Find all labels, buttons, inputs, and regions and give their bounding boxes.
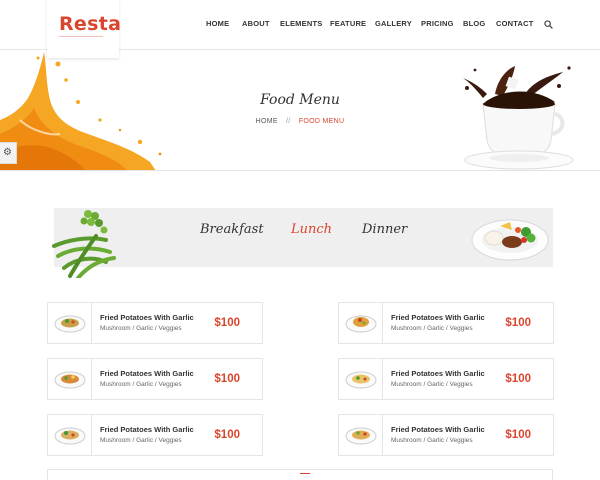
logo-underline <box>59 36 103 37</box>
nav-about[interactable]: ABOUT <box>242 19 270 28</box>
menu-item-card[interactable]: Fried Potatoes With Garlic Mushroom / Ga… <box>47 414 263 456</box>
page-banner: Food Menu HOME // FOOD MENU ⚙ <box>0 50 600 171</box>
menu-item-title: Fried Potatoes With Garlic <box>391 369 485 378</box>
nav-feature[interactable]: FEATURE <box>330 19 366 28</box>
tab-breakfast[interactable]: Breakfast <box>200 222 264 237</box>
plated-dish-image <box>471 219 549 261</box>
tab-lunch[interactable]: Lunch <box>291 222 332 237</box>
menu-item-image <box>48 303 92 343</box>
menu-item-price: $100 <box>214 317 240 329</box>
gear-icon[interactable]: ⚙ <box>3 147 12 159</box>
menu-item-price: $100 <box>214 373 240 385</box>
menu-item-title: Fried Potatoes With Garlic <box>391 313 485 322</box>
breadcrumb-separator: // <box>286 118 291 125</box>
menu-item-price: $100 <box>505 317 531 329</box>
tab-dinner[interactable]: Dinner <box>362 222 407 237</box>
nav-blog[interactable]: BLOG <box>463 19 485 28</box>
menu-item-image <box>339 303 383 343</box>
menu-item-title: Fried Potatoes With Garlic <box>391 425 485 434</box>
menu-item-card[interactable]: Fried Potatoes With Garlic Mushroom / Ga… <box>338 302 554 344</box>
menu-item-image <box>48 415 92 455</box>
page-title: Food Menu <box>260 92 340 108</box>
menu-item-image <box>339 359 383 399</box>
menu-item-title: Fried Potatoes With Garlic <box>100 369 194 378</box>
menu-item-ingredients: Mushroom / Garlic / Veggies <box>391 325 473 332</box>
orange-juice-splash-image <box>0 52 162 170</box>
settings-toggle[interactable]: ⚙ <box>0 142 17 164</box>
breadcrumb-current: FOOD MENU <box>298 118 345 125</box>
main-nav: HOME ABOUT ELEMENTS FEATURE GALLERY PRIC… <box>0 19 600 33</box>
menu-item-price: $100 <box>214 429 240 441</box>
breadcrumb-home[interactable]: HOME <box>256 118 278 125</box>
menu-item-ingredients: Mushroom / Garlic / Veggies <box>100 437 182 444</box>
nav-gallery[interactable]: GALLERY <box>375 19 412 28</box>
menu-item-image <box>339 415 383 455</box>
coffee-cup-splash-image <box>463 66 574 170</box>
site-header: Resta HOME ABOUT ELEMENTS FEATURE GALLER… <box>0 0 600 58</box>
breadcrumb: HOME // FOOD MENU <box>0 118 600 125</box>
menu-item-card[interactable]: Fried Potatoes With Garlic Mushroom / Ga… <box>338 414 554 456</box>
menu-item-ingredients: Mushroom / Garlic / Veggies <box>391 437 473 444</box>
menu-item-ingredients: Mushroom / Garlic / Veggies <box>100 325 182 332</box>
nav-elements[interactable]: ELEMENTS <box>280 19 322 28</box>
menu-item-price: $100 <box>505 373 531 385</box>
search-icon[interactable] <box>544 20 553 29</box>
menu-item-price: $100 <box>505 429 531 441</box>
next-section-edge <box>47 469 553 480</box>
peas-image <box>52 210 116 278</box>
nav-contact[interactable]: CONTACT <box>496 19 534 28</box>
menu-item-ingredients: Mushroom / Garlic / Veggies <box>391 381 473 388</box>
nav-home[interactable]: HOME <box>206 19 229 28</box>
menu-item-title: Fried Potatoes With Garlic <box>100 425 194 434</box>
menu-item-card[interactable]: Fried Potatoes With Garlic Mushroom / Ga… <box>47 358 263 400</box>
menu-item-card[interactable]: Fried Potatoes With Garlic Mushroom / Ga… <box>47 302 263 344</box>
menu-item-image <box>48 359 92 399</box>
menu-item-card[interactable]: Fried Potatoes With Garlic Mushroom / Ga… <box>338 358 554 400</box>
menu-item-ingredients: Mushroom / Garlic / Veggies <box>100 381 182 388</box>
section-accent <box>300 473 310 474</box>
menu-item-title: Fried Potatoes With Garlic <box>100 313 194 322</box>
nav-pricing[interactable]: PRICING <box>421 19 454 28</box>
